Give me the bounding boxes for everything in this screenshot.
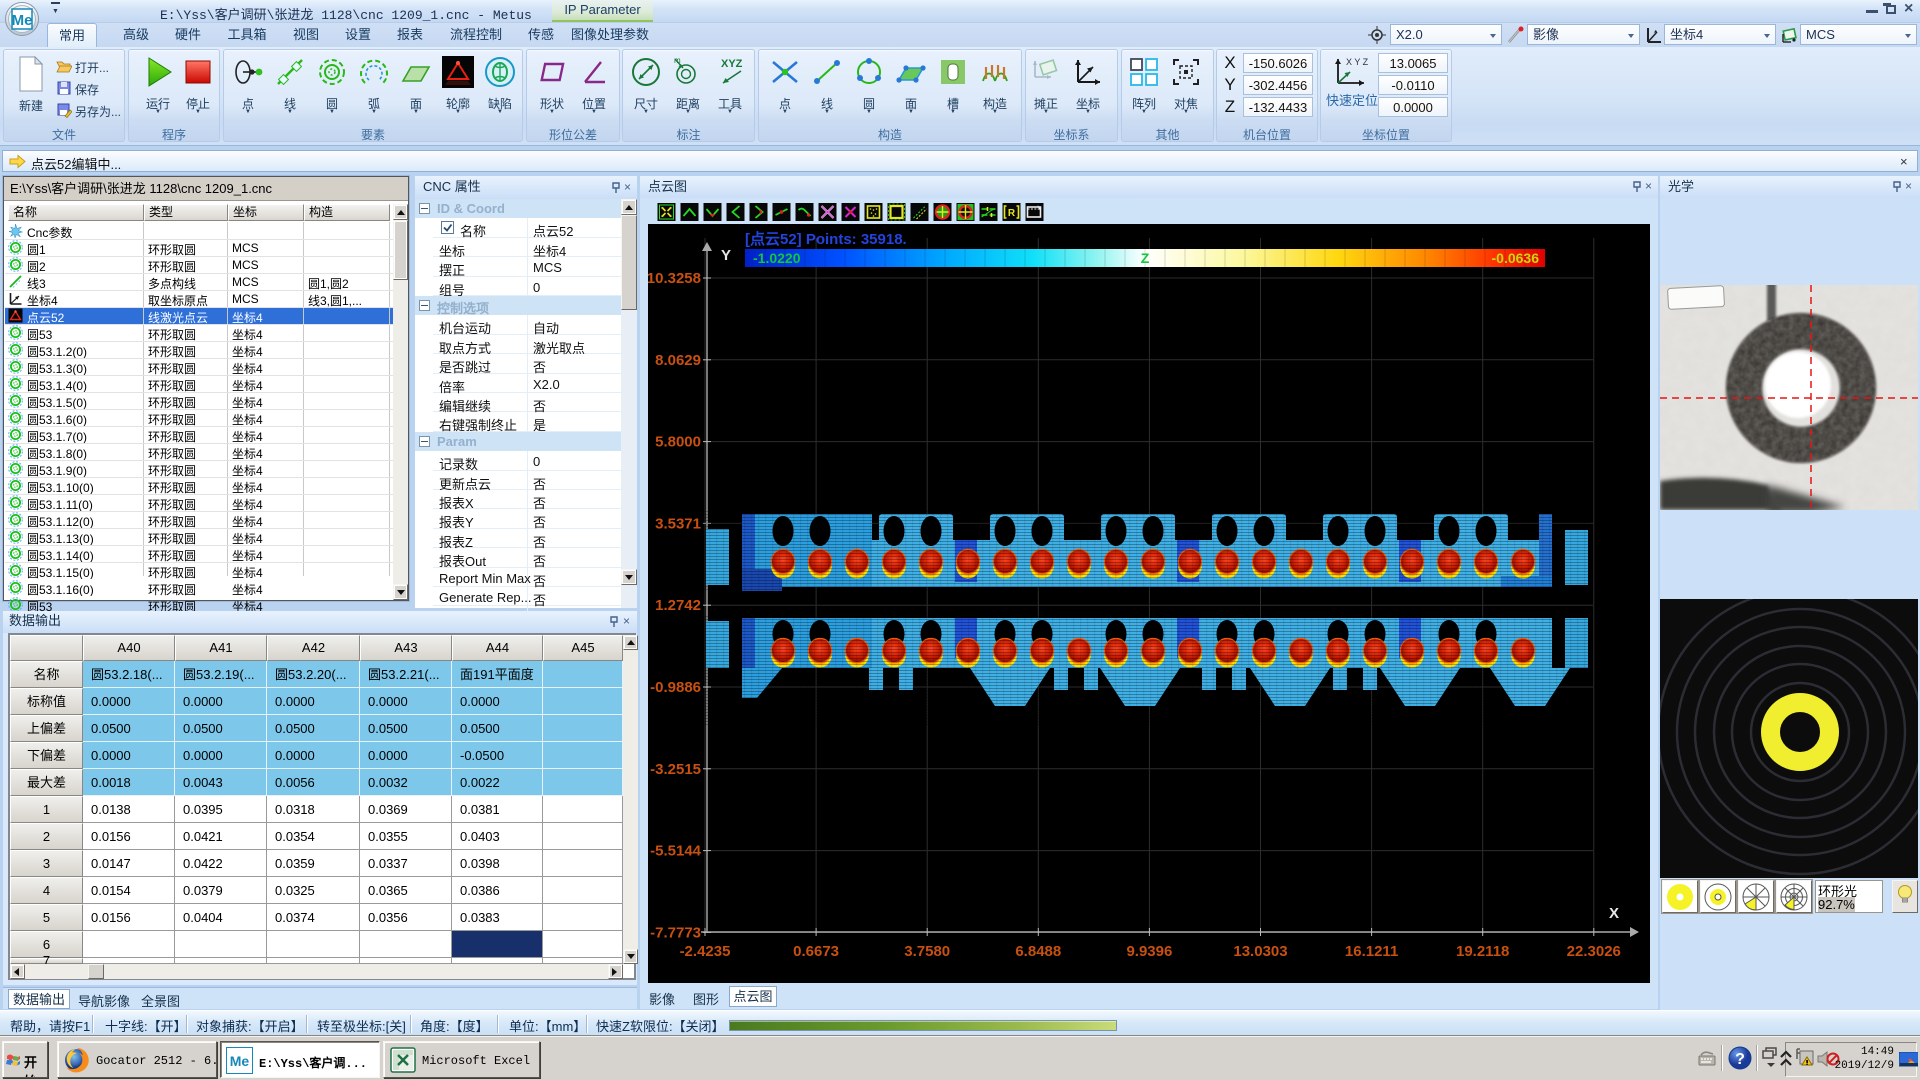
svg-text:0.6673: 0.6673 [793,943,839,960]
svg-text:m: m [674,56,681,65]
svg-text:3.7580: 3.7580 [904,943,950,960]
svg-text:1.2742: 1.2742 [655,597,701,614]
svg-text:13.0303: 13.0303 [1233,943,1287,960]
svg-text:XYZ: XYZ [721,58,743,70]
svg-text:-2.4235: -2.4235 [680,943,731,960]
svg-text:22.3026: 22.3026 [1567,943,1621,960]
svg-text:10.3258: 10.3258 [648,270,701,287]
svg-text:-1.0220: -1.0220 [753,250,801,266]
svg-text:16.1211: 16.1211 [1345,943,1398,960]
svg-text:6.8488: 6.8488 [1015,943,1061,960]
svg-text:[点云52] Points: 35918.: [点云52] Points: 35918. [745,231,907,248]
svg-text:5.8000: 5.8000 [655,434,701,451]
svg-text:X Y Z: X Y Z [1346,57,1369,67]
svg-text:9.9396: 9.9396 [1126,943,1172,960]
svg-text:3.5371: 3.5371 [655,515,701,532]
svg-text:-0.0636: -0.0636 [1492,250,1540,266]
svg-text:-0.9886: -0.9886 [650,679,701,696]
svg-text:-7.7773: -7.7773 [650,924,701,941]
svg-text:Me: Me [230,1053,250,1069]
svg-text:X: X [1609,905,1619,922]
svg-text:8.0629: 8.0629 [655,352,701,369]
svg-text:Me: Me [12,12,33,29]
svg-text:R: R [1008,208,1016,219]
svg-text:?: ? [1735,1051,1745,1068]
svg-text:19.2118: 19.2118 [1456,943,1509,960]
svg-text:Y: Y [721,247,731,264]
svg-text:-3.2515: -3.2515 [650,761,701,778]
svg-text:-5.5144: -5.5144 [650,843,702,860]
svg-text:Z: Z [1141,250,1150,266]
